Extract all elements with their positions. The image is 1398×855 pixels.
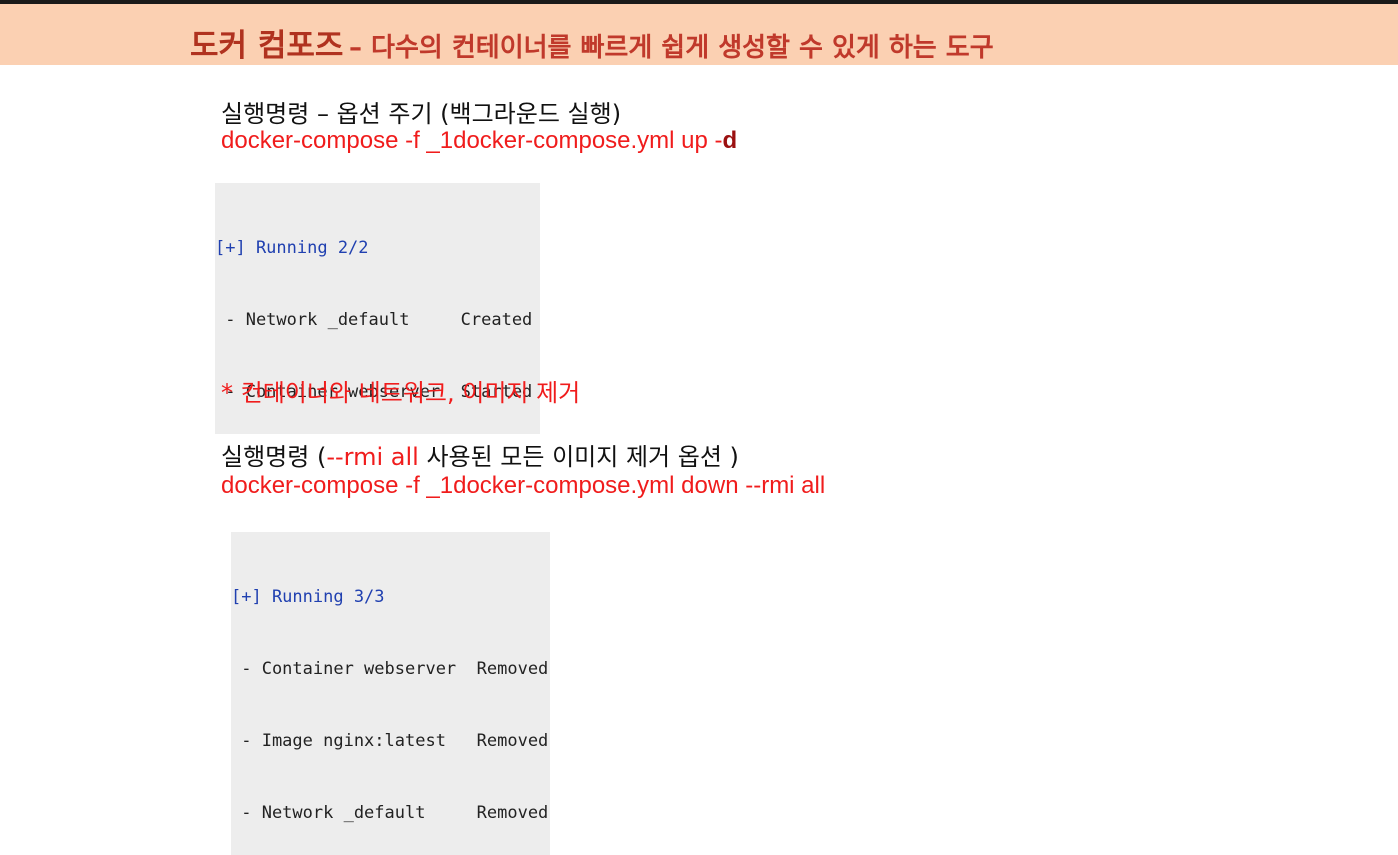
terminal-row-name: - Image nginx:latest	[231, 731, 477, 751]
terminal-row: - Network _default Created	[215, 308, 533, 332]
section1-command-flag-dash: -	[714, 127, 723, 154]
terminal-row-status: Created	[460, 310, 533, 330]
slide-title-sub: – 다수의 컨테이너를 빠르게 쉽게 생성할 수 있게 하는 도구	[348, 33, 994, 63]
section2-heading: 실행명령 (--rmi all 사용된 모든 이미지 제거 옵션 )	[221, 437, 739, 472]
terminal-output-down: [+] Running 3/3 - Container webserver Re…	[231, 532, 550, 855]
section2-heading-option: --rmi all	[326, 443, 419, 471]
slide-title: 도커 컴포즈 – 다수의 컨테이너를 빠르게 쉽게 생성할 수 있게 하는 도구	[190, 20, 994, 65]
terminal-row-name: - Network _default	[215, 310, 461, 330]
slide-title-main: 도커 컴포즈	[190, 28, 344, 64]
section2-command: docker-compose -f _1docker-compose.yml d…	[221, 472, 826, 499]
terminal-row-name: - Container webserver	[231, 659, 477, 679]
terminal-row-status: Removed	[476, 659, 549, 679]
section1-command-flag: d	[722, 127, 738, 154]
terminal-row-status: Removed	[476, 803, 549, 823]
section2-heading-rest: 사용된 모든 이미지 제거 옵션 )	[418, 443, 739, 471]
terminal-row-status: Removed	[476, 731, 549, 751]
terminal-row-name: - Network _default	[231, 803, 477, 823]
terminal-row: - Image nginx:latest Removed	[231, 729, 548, 753]
terminal-row: - Network _default Removed	[231, 801, 548, 825]
section1-heading: 실행명령 – 옵션 주기 (백그라운드 실행)	[221, 100, 622, 128]
section2-heading-open: (	[316, 443, 327, 471]
section1-command-text: docker-compose -f _1docker-compose.yml u…	[221, 127, 715, 154]
terminal-row: - Container webserver Removed	[231, 657, 548, 681]
terminal-header: [+] Running 2/2	[215, 238, 369, 258]
section2-note: * 컨테이너와 네트워크, 이미지 제거	[221, 379, 581, 407]
title-banner: 도커 컴포즈 – 다수의 컨테이너를 빠르게 쉽게 생성할 수 있게 하는 도구	[0, 4, 1398, 65]
terminal-header: [+] Running 3/3	[231, 587, 385, 607]
section1-command: docker-compose -f _1docker-compose.yml u…	[221, 127, 737, 155]
section2-heading-label: 실행명령	[221, 443, 317, 471]
